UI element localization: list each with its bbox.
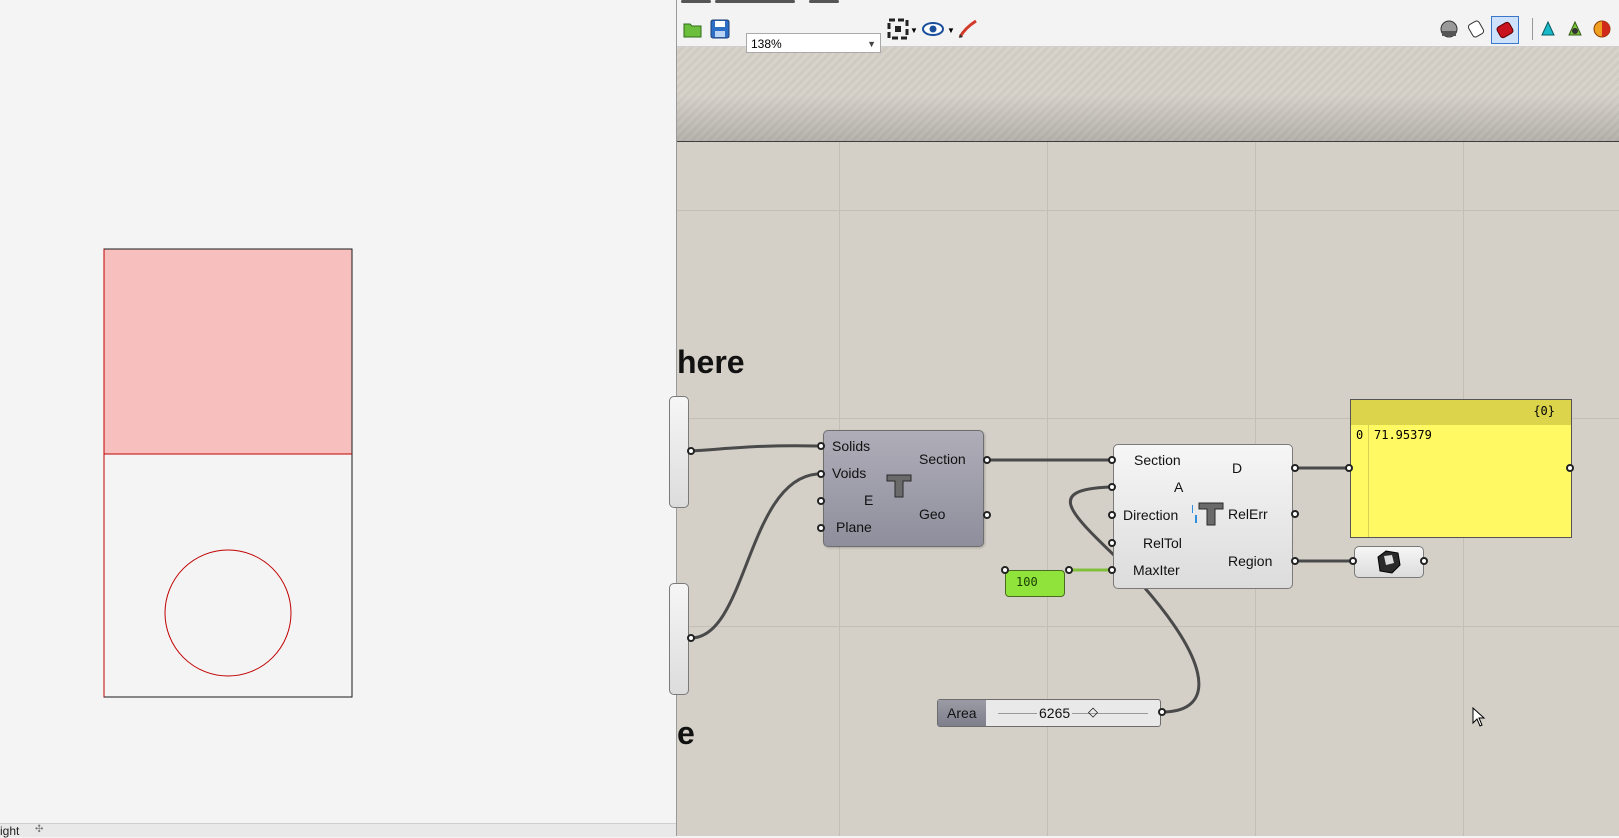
section-top-region [104, 249, 352, 454]
number-slider-value: 100 [1016, 575, 1038, 589]
tee-section-icon [886, 473, 912, 504]
port-reltol-in[interactable] [1108, 539, 1116, 547]
port-panel-in[interactable] [1345, 464, 1353, 472]
input-a: A [1174, 479, 1184, 495]
port-e[interactable] [817, 497, 825, 505]
port-area-out[interactable] [1158, 708, 1166, 716]
port-voids[interactable] [817, 470, 825, 478]
wire-voids [690, 472, 818, 640]
area-slider-name: Area [947, 705, 977, 721]
area-slider-value: 6265 [1037, 705, 1073, 721]
custom-preview-icon [1374, 549, 1402, 580]
port-panel-out[interactable] [1566, 464, 1574, 472]
port-preview-out[interactable] [1420, 557, 1428, 565]
port-d-out[interactable] [1291, 464, 1299, 472]
input-solids: Solids [832, 438, 871, 454]
number-slider[interactable]: 100 [1005, 570, 1065, 597]
port-offscreen-bottom[interactable] [687, 634, 695, 642]
input-reltol: RelTol [1143, 535, 1182, 551]
port-direction-in[interactable] [1108, 511, 1116, 519]
void-circle [164, 549, 292, 677]
output-geo: Geo [919, 506, 946, 522]
section-component[interactable]: Solids Voids E Plane Section Geo [823, 430, 984, 547]
wire-solids [690, 444, 818, 453]
status-bar: ight ✣ [0, 823, 676, 838]
input-direction: Direction [1123, 507, 1179, 523]
output-region: Region [1228, 553, 1273, 569]
area-slider-name-box: Area [938, 700, 986, 726]
output-d: D [1232, 460, 1243, 476]
port-a-in[interactable] [1108, 483, 1116, 491]
panel-index-divider [1368, 425, 1369, 537]
port-number-out[interactable] [1065, 566, 1073, 574]
port-number-in[interactable] [1001, 566, 1009, 574]
port-region-out[interactable] [1291, 557, 1299, 565]
input-e: E [864, 492, 874, 508]
slider-handle[interactable]: ◇ [1088, 704, 1098, 720]
output-section: Section [919, 451, 966, 467]
viewport-geometry [103, 248, 353, 698]
port-geo-out[interactable] [983, 511, 991, 519]
panel-header: {0} [1351, 400, 1571, 425]
pin-icon[interactable]: ✣ [35, 824, 43, 835]
area-slider[interactable]: Area 6265 ◇ [937, 699, 1161, 727]
panel-path: {0} [1533, 404, 1555, 418]
port-plane[interactable] [817, 524, 825, 532]
tee-solver-icon [1191, 501, 1224, 532]
input-plane: Plane [836, 519, 872, 535]
port-offscreen-top[interactable] [687, 447, 695, 455]
port-solids[interactable] [817, 442, 825, 450]
port-section-out[interactable] [983, 456, 991, 464]
port-preview-in[interactable] [1349, 557, 1357, 565]
panel-item-index: 0 [1356, 428, 1364, 442]
port-relerr-out[interactable] [1291, 510, 1299, 518]
port-section-in[interactable] [1108, 456, 1116, 464]
port-maxiter-in[interactable] [1108, 566, 1116, 574]
output-relerr: RelErr [1228, 506, 1268, 522]
solver-component[interactable]: Section A Direction RelTol MaxIter D Rel… [1113, 444, 1293, 589]
mouse-cursor-icon [1472, 706, 1486, 732]
input-section: Section [1134, 452, 1181, 468]
grasshopper-window[interactable]: 138% ▼ ▼ ▼ here e Solids Voids E Plane S… [669, 0, 1619, 836]
rhino-viewport[interactable] [0, 0, 676, 836]
input-maxiter: MaxIter [1133, 562, 1180, 578]
region-preview-component[interactable] [1354, 546, 1424, 578]
input-voids: Voids [832, 465, 867, 481]
output-panel[interactable]: {0} 0 71.95379 [1350, 399, 1572, 538]
slider-track[interactable] [998, 713, 1148, 714]
panel-item-value: 71.95379 [1374, 428, 1432, 442]
